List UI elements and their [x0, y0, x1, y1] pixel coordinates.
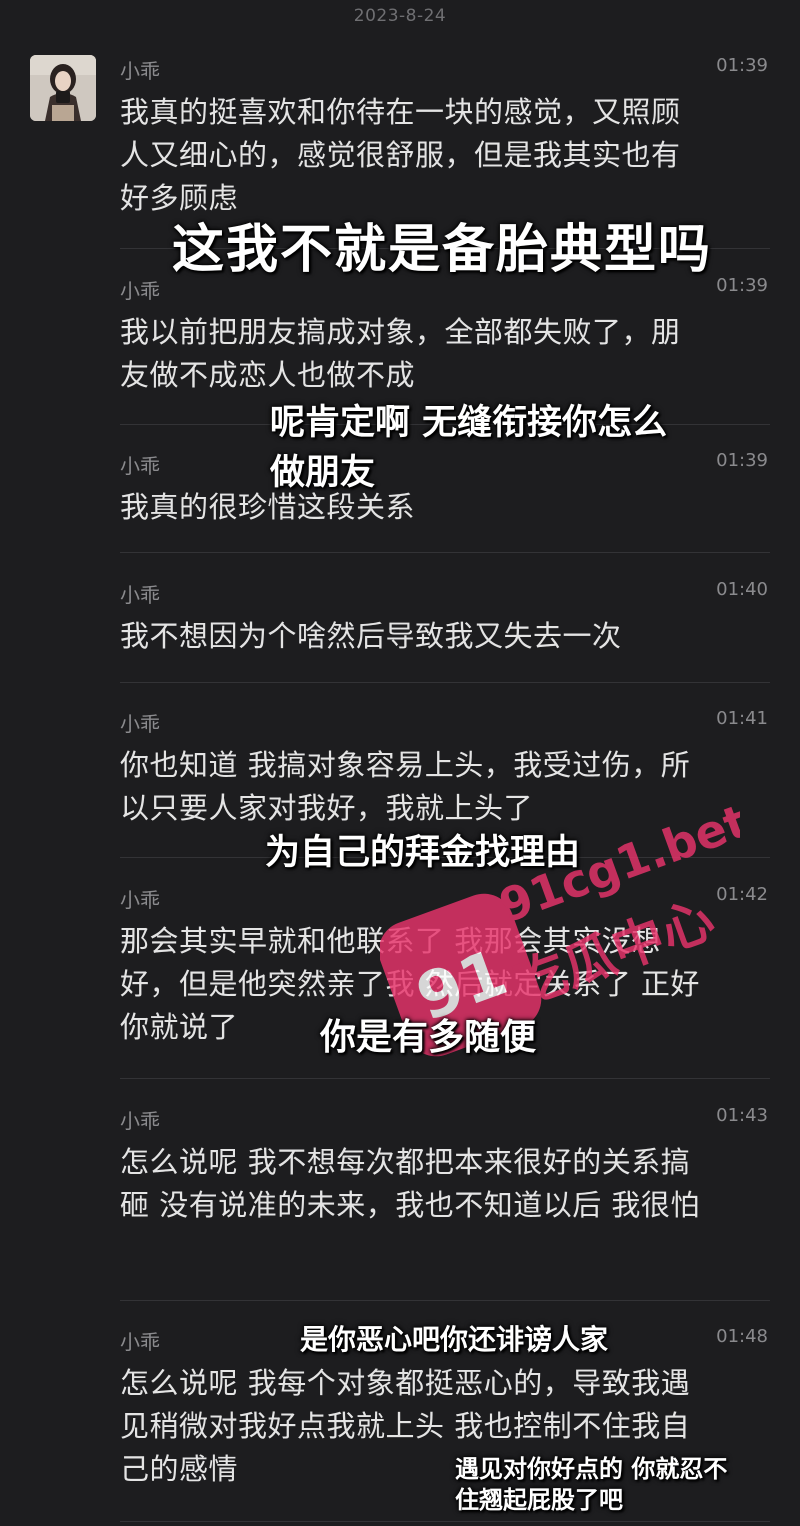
sender-name: 小乖 [120, 454, 160, 478]
overlay-caption: 为自己的拜金找理由 [265, 833, 581, 873]
message-time: 01:41 [716, 708, 768, 729]
message-divider [120, 1078, 770, 1079]
avatar-photo [30, 55, 96, 121]
message-text: 我以前把朋友搞成对象，全部都失败了，朋 友做不成恋人也做不成 [120, 315, 681, 392]
message-divider [120, 682, 770, 683]
sender-name: 小乖 [120, 59, 160, 83]
overlay-caption: 呢肯定啊 无缝衔接你怎么 做朋友 [270, 403, 668, 493]
message-divider [120, 1521, 770, 1522]
overlay-caption: 这我不就是备胎典型吗 [172, 220, 713, 280]
date-header: 2023-8-24 [353, 6, 447, 26]
overlay-caption: 遇见对你好点的 你就忍不 住翘起屁股了吧 [455, 1455, 728, 1514]
sender-name: 小乖 [120, 279, 160, 303]
message-time: 01:43 [716, 1105, 768, 1126]
overlay-caption: 你是有多随便 [320, 1017, 537, 1058]
sender-name: 小乖 [120, 1330, 160, 1354]
message-text: 怎么说呢 我不想每次都把本来很好的关系搞 砸 没有说准的未来，我也不知道以后 我… [120, 1145, 700, 1222]
overlay-caption: 是你恶心吧你还诽谤人家 [300, 1323, 609, 1356]
message-text: 你也知道 我搞对象容易上头，我受过伤，所 以只要人家对我好，我就上头了 [120, 748, 691, 825]
sender-name: 小乖 [120, 888, 160, 912]
contact-avatar[interactable] [30, 55, 96, 121]
message-text: 我真的挺喜欢和你待在一块的感觉，又照顾 人又细心的，感觉很舒服，但是我其实也有 … [120, 95, 681, 215]
sender-name: 小乖 [120, 1109, 160, 1133]
message-divider [120, 1300, 770, 1301]
message-time: 01:42 [716, 884, 768, 905]
message-time: 01:40 [716, 579, 768, 600]
message-time: 01:39 [716, 275, 768, 296]
message-divider [120, 552, 770, 553]
message-time: 01:39 [716, 450, 768, 471]
message-time: 01:39 [716, 55, 768, 76]
sender-name: 小乖 [120, 712, 160, 736]
message-time: 01:48 [716, 1326, 768, 1347]
message-text: 我不想因为个啥然后导致我又失去一次 [120, 619, 622, 653]
sender-name: 小乖 [120, 583, 160, 607]
